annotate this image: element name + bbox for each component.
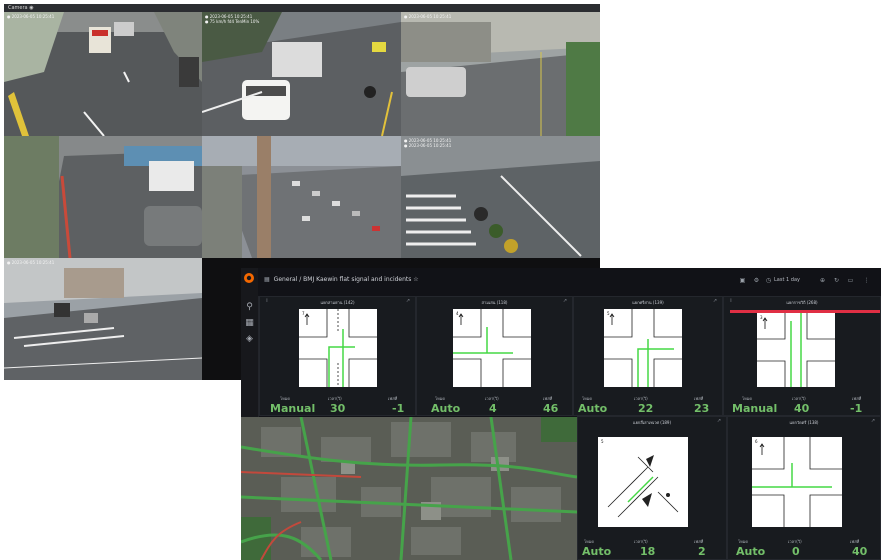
signal-panel-1[interactable]: แยกสามย่าน (142) i ↗ 7 โหมด เวลา(วิ) เฟส…: [259, 296, 416, 416]
intersection-diagram: 4: [453, 309, 531, 387]
camera-7-timestamp: ● 2023-06-05 10:25:41: [7, 260, 55, 265]
search-icon[interactable]: ⚲: [244, 302, 255, 313]
intersection-number: 5: [607, 311, 610, 316]
phase-value: -1: [850, 402, 863, 415]
clock-icon[interactable]: ◷: [764, 276, 773, 285]
alert-bell-icon[interactable]: ◈: [244, 334, 255, 345]
intersection-number: 4: [456, 311, 459, 316]
panel-link-icon[interactable]: ↗: [869, 418, 877, 424]
camera-2-info: ● 75 km/h fd4 TenMin 10%: [205, 19, 260, 24]
add-panel-icon[interactable]: ▣: [738, 276, 747, 285]
intersection-diagram: 6: [752, 437, 842, 527]
camera-feed-3[interactable]: ● 2023-06-05 10:25:41: [401, 12, 600, 136]
signal-panel-2[interactable]: สามเสน (118) ↗ 4 โหมด เวลา(วิ) เฟสที่ Au…: [416, 296, 573, 416]
camera-1-timestamp: ● 2023-06-05 10:25:41: [7, 14, 55, 19]
phase-label: เฟสที่: [852, 396, 862, 401]
signal-panel-3[interactable]: แยกศรีย่าน (139) ↗ 5 โหมด เวลา(วิ) เฟสที…: [573, 296, 723, 416]
time-label: เวลา(วิ): [634, 396, 648, 401]
phase-value: 23: [694, 402, 710, 415]
mode-value: Auto: [582, 545, 612, 558]
panel-title: แยกราชวิถี (268): [786, 300, 818, 305]
intersection-diagram: 7: [299, 309, 377, 387]
top-bar: ▦ General / BMJ Kaewin flat signal and in…: [258, 268, 881, 296]
intersection-diagram: 5: [604, 309, 682, 387]
panel-title: แยกศรีย่าน (139): [632, 300, 664, 305]
camera-feed-2[interactable]: ● 2023-06-05 10:25:41 ● 75 km/h fd4 TenM…: [202, 12, 401, 136]
breadcrumb[interactable]: General / BMJ Kaewin flat signal and inc…: [274, 276, 419, 283]
time-value: 22: [638, 402, 654, 415]
mode-value: Auto: [578, 402, 608, 415]
camera-feed-6[interactable]: ● 2023-06-05 10:25:41 ● 2023-06-05 10:25…: [401, 136, 600, 258]
grafana-logo-icon[interactable]: [243, 272, 255, 284]
panel-title: แยกสี่เสาเทเวศ (189): [632, 420, 672, 425]
intersection-number: 5: [601, 439, 604, 444]
panel-link-icon[interactable]: ↗: [711, 298, 719, 304]
apps-grid-icon[interactable]: ▦: [264, 276, 270, 283]
time-label: เวลา(วิ): [485, 396, 499, 401]
intersection-number: 7: [302, 311, 305, 316]
time-value: 40: [794, 402, 810, 415]
mode-label: โหมด: [435, 396, 446, 401]
time-label: เวลา(วิ): [788, 539, 802, 544]
phase-label: เฟสที่: [694, 396, 704, 401]
satellite-map[interactable]: [241, 417, 577, 560]
intersection-diagram: 5: [598, 437, 688, 527]
panel-title: สามเสน (118): [481, 300, 508, 305]
mode-label: โหมด: [280, 396, 291, 401]
mode-value: Manual: [270, 402, 316, 415]
mode-label: โหมด: [582, 396, 593, 401]
phase-value: 46: [543, 402, 559, 415]
phase-label: เฟสที่: [850, 539, 860, 544]
panel-title: แยกวัดตรี (138): [789, 420, 819, 425]
panel-title: แยกสามย่าน (142): [320, 300, 355, 305]
intersection-diagram: 3: [757, 313, 835, 387]
phase-label: เฟสที่: [543, 396, 553, 401]
phase-value: -1: [392, 402, 405, 415]
tv-mode-icon[interactable]: ▭: [846, 276, 855, 285]
camera-3-timestamp: ● 2023-06-05 10:25:41: [404, 14, 452, 19]
camera-feed-7[interactable]: ● 2023-06-05 10:25:41: [4, 258, 202, 380]
time-value: 30: [330, 402, 346, 415]
camera-feed-5[interactable]: [202, 136, 401, 258]
camera-feed-4[interactable]: [4, 136, 202, 258]
time-value: 18: [640, 545, 656, 558]
camera-feed-1[interactable]: ● 2023-06-05 10:25:41: [4, 12, 202, 136]
time-range-picker[interactable]: Last 1 day: [774, 277, 800, 283]
cctv-title-bar: Camera ◉: [4, 4, 600, 12]
intersection-number: 6: [755, 439, 758, 444]
cctv-title: Camera ◉: [8, 5, 34, 11]
panel-info-icon[interactable]: i: [263, 298, 271, 304]
panel-info-icon[interactable]: i: [727, 298, 735, 304]
refresh-icon[interactable]: ↻: [832, 276, 841, 285]
time-value: 4: [489, 402, 497, 415]
signal-panel-6[interactable]: แยกวัดตรี (138) ↗ 6 โหมด เวลา(วิ) เฟสที่…: [727, 416, 881, 560]
dashboards-icon[interactable]: ▦: [244, 318, 255, 329]
time-label: เวลา(วิ): [792, 396, 806, 401]
camera-6-info: ● 2023-06-05 10:25:41: [404, 143, 452, 148]
panel-link-icon[interactable]: ↗: [404, 298, 412, 304]
mode-value: Manual: [732, 402, 778, 415]
mode-label: โหมด: [742, 396, 753, 401]
mode-label: โหมด: [738, 539, 749, 544]
mode-value: Auto: [431, 402, 461, 415]
mode-value: Auto: [736, 545, 766, 558]
phase-label: เฟสที่: [388, 396, 398, 401]
phase-value: 2: [698, 545, 706, 558]
time-value: 0: [792, 545, 800, 558]
signal-panel-5[interactable]: แยกสี่เสาเทเวศ (189) ↗ 5 โหมด เวลา(วิ) เ…: [577, 416, 727, 560]
signal-panel-4[interactable]: แยกราชวิถี (268) i 3 โหมด เวลา(วิ) เฟสที…: [723, 296, 881, 416]
phase-label: เฟสที่: [694, 539, 704, 544]
time-label: เวลา(วิ): [634, 539, 648, 544]
settings-icon[interactable]: ⚙: [752, 276, 761, 285]
more-icon[interactable]: ⋮: [862, 276, 871, 285]
zoom-out-icon[interactable]: ⊕: [818, 276, 827, 285]
time-label: เวลา(วิ): [328, 396, 342, 401]
panel-link-icon[interactable]: ↗: [715, 418, 723, 424]
phase-value: 40: [852, 545, 868, 558]
panel-link-icon[interactable]: ↗: [561, 298, 569, 304]
intersection-number: 3: [760, 315, 763, 320]
mode-label: โหมด: [584, 539, 595, 544]
